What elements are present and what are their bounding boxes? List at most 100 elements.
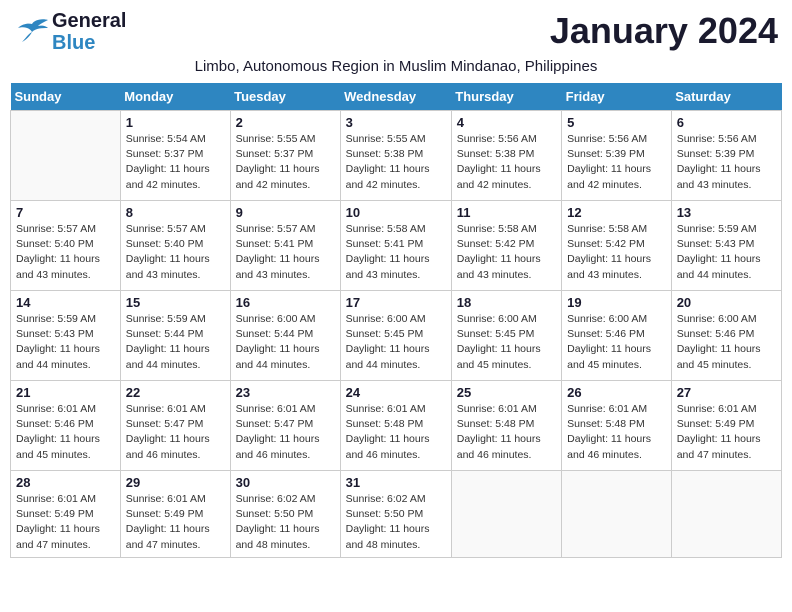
calendar-cell: 5Sunrise: 5:56 AMSunset: 5:39 PMDaylight… xyxy=(562,111,672,201)
day-info: Sunrise: 5:56 AMSunset: 5:38 PMDaylight:… xyxy=(457,132,556,193)
day-info: Sunrise: 5:57 AMSunset: 5:40 PMDaylight:… xyxy=(16,222,115,283)
day-info: Sunrise: 6:01 AMSunset: 5:48 PMDaylight:… xyxy=(346,402,446,463)
day-info: Sunrise: 6:01 AMSunset: 5:47 PMDaylight:… xyxy=(126,402,225,463)
header-day-friday: Friday xyxy=(562,83,672,111)
day-number: 22 xyxy=(126,385,225,400)
day-info: Sunrise: 6:01 AMSunset: 5:49 PMDaylight:… xyxy=(126,492,225,553)
header-day-sunday: Sunday xyxy=(11,83,121,111)
day-number: 14 xyxy=(16,295,115,310)
logo-icon xyxy=(14,16,50,48)
calendar-cell: 7 Sunrise: 5:57 AMSunset: 5:40 PMDaylight… xyxy=(11,201,121,291)
day-info: Sunrise: 5:57 AMSunset: 5:41 PMDaylight:… xyxy=(236,222,335,283)
day-number: 27 xyxy=(677,385,776,400)
calendar-cell: 6 Sunrise: 5:56 AMSunset: 5:39 PMDaylight… xyxy=(671,111,781,201)
calendar-cell: 8 Sunrise: 5:57 AMSunset: 5:40 PMDaylight… xyxy=(120,201,230,291)
day-info: Sunrise: 5:58 AMSunset: 5:42 PMDaylight:… xyxy=(567,222,666,283)
day-number: 9 xyxy=(236,205,335,220)
calendar-cell: 12 Sunrise: 5:58 AMSunset: 5:42 PMDayligh… xyxy=(562,201,672,291)
calendar-cell: 1Sunrise: 5:54 AMSunset: 5:37 PMDaylight… xyxy=(120,111,230,201)
header-day-thursday: Thursday xyxy=(451,83,561,111)
calendar-cell xyxy=(562,471,672,558)
calendar-cell: 22 Sunrise: 6:01 AMSunset: 5:47 PMDayligh… xyxy=(120,381,230,471)
day-info: Sunrise: 6:02 AMSunset: 5:50 PMDaylight:… xyxy=(236,492,335,553)
day-info: Sunrise: 5:54 AMSunset: 5:37 PMDaylight:… xyxy=(126,132,225,193)
day-number: 3 xyxy=(346,115,446,130)
day-info: Sunrise: 6:00 AMSunset: 5:46 PMDaylight:… xyxy=(567,312,666,373)
day-number: 15 xyxy=(126,295,225,310)
day-info: Sunrise: 5:59 AMSunset: 5:43 PMDaylight:… xyxy=(677,222,776,283)
day-number: 26 xyxy=(567,385,666,400)
calendar-cell: 29 Sunrise: 6:01 AMSunset: 5:49 PMDayligh… xyxy=(120,471,230,558)
header-day-tuesday: Tuesday xyxy=(230,83,340,111)
calendar-cell: 2Sunrise: 5:55 AMSunset: 5:37 PMDaylight… xyxy=(230,111,340,201)
header-day-monday: Monday xyxy=(120,83,230,111)
calendar-cell: 19 Sunrise: 6:00 AMSunset: 5:46 PMDayligh… xyxy=(562,291,672,381)
calendar-cell: 11Sunrise: 5:58 AMSunset: 5:42 PMDayligh… xyxy=(451,201,561,291)
day-number: 5 xyxy=(567,115,666,130)
calendar-cell: 26Sunrise: 6:01 AMSunset: 5:48 PMDayligh… xyxy=(562,381,672,471)
calendar-week-1: 1Sunrise: 5:54 AMSunset: 5:37 PMDaylight… xyxy=(11,111,782,201)
day-number: 6 xyxy=(677,115,776,130)
day-number: 18 xyxy=(457,295,556,310)
day-info: Sunrise: 6:01 AMSunset: 5:46 PMDaylight:… xyxy=(16,402,115,463)
header-day-wednesday: Wednesday xyxy=(340,83,451,111)
day-number: 12 xyxy=(567,205,666,220)
calendar-cell xyxy=(11,111,121,201)
day-info: Sunrise: 6:02 AMSunset: 5:50 PMDaylight:… xyxy=(346,492,446,553)
calendar-cell: 16 Sunrise: 6:00 AMSunset: 5:44 PMDayligh… xyxy=(230,291,340,381)
calendar-cell: 15Sunrise: 5:59 AMSunset: 5:44 PMDayligh… xyxy=(120,291,230,381)
day-info: Sunrise: 6:00 AMSunset: 5:46 PMDaylight:… xyxy=(677,312,776,373)
day-number: 10 xyxy=(346,205,446,220)
calendar-week-5: 28 Sunrise: 6:01 AMSunset: 5:49 PMDayligh… xyxy=(11,471,782,558)
calendar-cell xyxy=(671,471,781,558)
calendar-cell: 14 Sunrise: 5:59 AMSunset: 5:43 PMDayligh… xyxy=(11,291,121,381)
day-number: 11 xyxy=(457,205,556,220)
calendar-cell: 25Sunrise: 6:01 AMSunset: 5:48 PMDayligh… xyxy=(451,381,561,471)
day-number: 21 xyxy=(16,385,115,400)
calendar-cell: 21 Sunrise: 6:01 AMSunset: 5:46 PMDayligh… xyxy=(11,381,121,471)
calendar-cell: 28Sunrise: 6:01 AMSunset: 5:49 PMDayligh… xyxy=(11,471,121,558)
calendar-week-4: 21 Sunrise: 6:01 AMSunset: 5:46 PMDayligh… xyxy=(11,381,782,471)
calendar-cell: 23 Sunrise: 6:01 AMSunset: 5:47 PMDayligh… xyxy=(230,381,340,471)
day-number: 28 xyxy=(16,475,115,490)
logo-text-blue: Blue xyxy=(52,32,126,54)
day-info: Sunrise: 5:56 AMSunset: 5:39 PMDaylight:… xyxy=(677,132,776,193)
day-info: Sunrise: 5:55 AMSunset: 5:37 PMDaylight:… xyxy=(236,132,335,193)
month-year-title: January 2024 xyxy=(550,10,778,52)
calendar-cell: 13 Sunrise: 5:59 AMSunset: 5:43 PMDayligh… xyxy=(671,201,781,291)
day-number: 30 xyxy=(236,475,335,490)
calendar-week-3: 14 Sunrise: 5:59 AMSunset: 5:43 PMDayligh… xyxy=(11,291,782,381)
day-number: 24 xyxy=(346,385,446,400)
page-header: General Blue January 2024 xyxy=(10,10,782,54)
day-info: Sunrise: 6:00 AMSunset: 5:45 PMDaylight:… xyxy=(346,312,446,373)
day-number: 8 xyxy=(126,205,225,220)
day-number: 29 xyxy=(126,475,225,490)
day-number: 20 xyxy=(677,295,776,310)
calendar-cell: 31 Sunrise: 6:02 AMSunset: 5:50 PMDayligh… xyxy=(340,471,451,558)
calendar-cell: 9 Sunrise: 5:57 AMSunset: 5:41 PMDaylight… xyxy=(230,201,340,291)
calendar-header-row: SundayMondayTuesdayWednesdayThursdayFrid… xyxy=(11,83,782,111)
day-info: Sunrise: 5:59 AMSunset: 5:43 PMDaylight:… xyxy=(16,312,115,373)
day-info: Sunrise: 6:00 AMSunset: 5:44 PMDaylight:… xyxy=(236,312,335,373)
day-number: 7 xyxy=(16,205,115,220)
day-info: Sunrise: 5:57 AMSunset: 5:40 PMDaylight:… xyxy=(126,222,225,283)
logo-text-general: General xyxy=(52,10,126,32)
calendar-cell: 27Sunrise: 6:01 AMSunset: 5:49 PMDayligh… xyxy=(671,381,781,471)
logo: General Blue xyxy=(14,10,126,54)
calendar-cell: 3 Sunrise: 5:55 AMSunset: 5:38 PMDaylight… xyxy=(340,111,451,201)
day-number: 25 xyxy=(457,385,556,400)
calendar-week-2: 7 Sunrise: 5:57 AMSunset: 5:40 PMDaylight… xyxy=(11,201,782,291)
calendar-cell: 30 Sunrise: 6:02 AMSunset: 5:50 PMDayligh… xyxy=(230,471,340,558)
day-info: Sunrise: 6:01 AMSunset: 5:47 PMDaylight:… xyxy=(236,402,335,463)
day-number: 19 xyxy=(567,295,666,310)
day-number: 23 xyxy=(236,385,335,400)
day-info: Sunrise: 5:55 AMSunset: 5:38 PMDaylight:… xyxy=(346,132,446,193)
calendar-cell: 4Sunrise: 5:56 AMSunset: 5:38 PMDaylight… xyxy=(451,111,561,201)
calendar-cell: 18Sunrise: 6:00 AMSunset: 5:45 PMDayligh… xyxy=(451,291,561,381)
calendar-cell: 24 Sunrise: 6:01 AMSunset: 5:48 PMDayligh… xyxy=(340,381,451,471)
day-number: 16 xyxy=(236,295,335,310)
day-number: 13 xyxy=(677,205,776,220)
day-number: 31 xyxy=(346,475,446,490)
calendar-cell xyxy=(451,471,561,558)
header-day-saturday: Saturday xyxy=(671,83,781,111)
